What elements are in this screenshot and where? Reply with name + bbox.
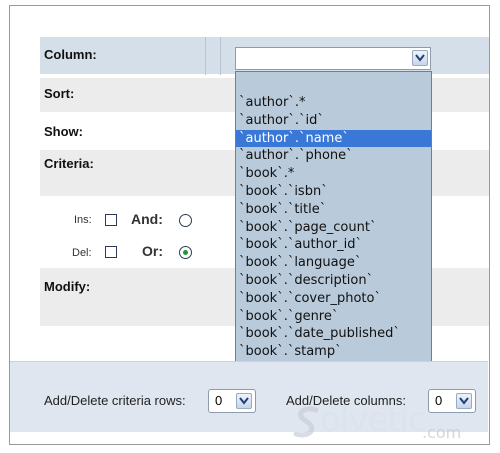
column-option[interactable]: `book`.`page_count`: [236, 219, 431, 237]
columns-select[interactable]: 0: [428, 389, 476, 413]
column-option[interactable]: `book`.`language`: [236, 254, 431, 272]
column-option[interactable]: `author`.*: [236, 94, 431, 112]
select-dropdown-button[interactable]: [412, 50, 428, 66]
chevron-down-icon: [459, 397, 469, 405]
column-option[interactable]: `book`.`title`: [236, 201, 431, 219]
column-option[interactable]: `author`.`name`: [236, 129, 431, 148]
criteria-rows-value: 0: [215, 393, 223, 408]
ins-label: Ins:: [74, 214, 92, 226]
bottom-controls-bar: Add/Delete criteria rows: 0 Add/Delete c…: [10, 361, 488, 432]
column-option[interactable]: `book`.`stamp`: [236, 343, 431, 361]
sort-label: Sort:: [44, 86, 75, 101]
chevron-down-icon: [415, 54, 425, 62]
column-divider: [220, 37, 221, 75]
column-label: Column:: [44, 47, 97, 62]
column-select[interactable]: [235, 47, 431, 70]
and-label: And:: [131, 211, 163, 227]
or-radio[interactable]: [179, 246, 192, 259]
column-option[interactable]: `book`.*: [236, 165, 431, 183]
and-radio[interactable]: [179, 214, 192, 227]
del-checkbox[interactable]: [105, 246, 117, 258]
columns-dropdown-button[interactable]: [456, 393, 472, 409]
columns-value: 0: [435, 393, 443, 408]
column-options-list[interactable]: `author`.* `author`.`id` `author`.`name` `a…: [235, 71, 432, 378]
column-divider: [205, 37, 206, 75]
column-option[interactable]: `book`.`genre`: [236, 308, 431, 326]
show-label: Show:: [44, 124, 83, 139]
modify-label: Modify:: [44, 279, 91, 294]
column-option[interactable]: `book`.`date_published`: [236, 325, 431, 343]
del-label: Del:: [72, 247, 92, 259]
criteria-rows-select[interactable]: 0: [208, 389, 256, 413]
criteria-rows-dropdown-button[interactable]: [236, 393, 252, 409]
column-option[interactable]: `author`.`phone`: [236, 147, 431, 165]
column-option[interactable]: `book`.`isbn`: [236, 183, 431, 201]
or-label: Or:: [142, 243, 163, 259]
columns-label: Add/Delete columns:: [286, 393, 406, 408]
chevron-down-icon: [239, 397, 249, 405]
column-option[interactable]: `book`.`author_id`: [236, 236, 431, 254]
radio-selected-dot: [183, 250, 188, 255]
column-option[interactable]: `book`.`description`: [236, 272, 431, 290]
column-option[interactable]: `book`.`cover_photo`: [236, 290, 431, 308]
criteria-rows-label: Add/Delete criteria rows:: [44, 393, 186, 408]
column-option[interactable]: `author`.`id`: [236, 112, 431, 130]
ins-checkbox[interactable]: [105, 214, 117, 226]
criteria-label: Criteria:: [44, 156, 94, 171]
